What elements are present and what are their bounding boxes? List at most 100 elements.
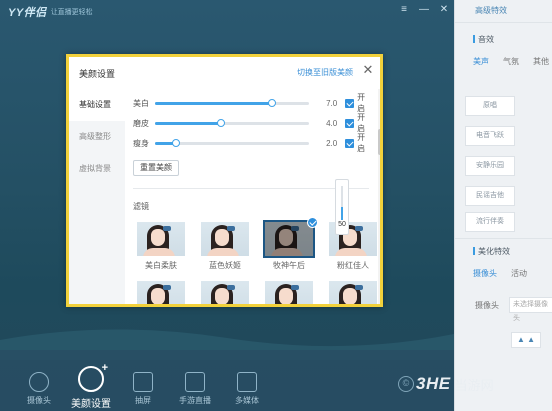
toolbar-label: 抽屏: [135, 396, 151, 405]
enable-checkbox[interactable]: [345, 138, 355, 148]
right-panel: 高级特效 音效 美声 气氛 其他 原唱 电音飞跃 安静乐园 民谣吉他 流行伴奏 …: [454, 0, 552, 411]
switch-old-beauty-link[interactable]: 切换至旧版美颜: [297, 67, 353, 78]
copyright-icon: ©: [398, 376, 414, 392]
camera-icon: [29, 372, 49, 392]
slider-fill: [154, 101, 273, 105]
toolbar-media[interactable]: 多媒体: [222, 350, 272, 406]
slider-value: 2.0: [326, 138, 338, 148]
slider-label: 磨皮: [133, 118, 149, 128]
sound-effect-button[interactable]: 民谣吉他: [465, 186, 515, 206]
camera-label: 摄像头: [475, 301, 499, 310]
media-play-icon: [237, 372, 257, 392]
filter-thumbnail: [265, 281, 313, 304]
filter-thumbnail: [201, 281, 249, 304]
slider-label: 瘦身: [133, 138, 149, 148]
filter-label: 粉红佳人: [337, 261, 369, 270]
filter-label: 蓝色妖姬: [209, 261, 241, 270]
right-panel-header: 高级特效: [475, 6, 507, 15]
slim-slider[interactable]: [154, 138, 310, 147]
nav-item-advanced-shape[interactable]: 高级整形: [69, 121, 125, 153]
minimize-icon[interactable]: —: [418, 4, 430, 15]
enable-label: 开启: [357, 93, 366, 113]
slider-row-slim: 瘦身 2.0 开启: [133, 133, 373, 153]
title-bar: YY伴侣 让直播更轻松: [0, 0, 454, 24]
watermark-logo: 3HE: [416, 374, 451, 393]
camera-select[interactable]: 未选择摄像头: [509, 297, 552, 322]
enable-checkbox[interactable]: [345, 98, 355, 108]
scroll-thumb[interactable]: [378, 129, 380, 155]
filter-label: 美白柔肤: [145, 261, 177, 270]
slider-thumb[interactable]: [268, 98, 277, 107]
toolbar-beauty-settings[interactable]: + 美颜设置: [66, 350, 116, 410]
filter-item[interactable]: [201, 281, 249, 304]
filter-label: 牧神午后: [273, 261, 305, 270]
section-title: 音效: [473, 34, 494, 45]
filter-section-title: 滤镜: [133, 202, 149, 211]
dialog-scrollbar[interactable]: [378, 89, 380, 304]
nav-item-basic[interactable]: 基础设置: [69, 89, 125, 121]
move-up-icon[interactable]: ▲ ▲: [511, 332, 541, 348]
tab-activity[interactable]: 活动: [511, 268, 527, 279]
tab-camera[interactable]: 摄像头: [473, 268, 497, 279]
enable-checkbox[interactable]: [345, 118, 355, 128]
sound-effect-button[interactable]: 电音飞跃: [465, 126, 515, 146]
filter-thumbnail: [137, 281, 185, 304]
toolbar-screen-capture[interactable]: 抽屏: [118, 350, 168, 406]
toolbar-label: 摄像头: [27, 396, 51, 405]
filter-item[interactable]: [137, 281, 185, 304]
filter-item[interactable]: 美白柔肤: [137, 222, 185, 271]
filter-thumbnail: [329, 281, 377, 304]
sound-effect-button[interactable]: 原唱: [465, 96, 515, 116]
filter-item-selected[interactable]: 牧神午后: [263, 217, 318, 271]
filter-intensity-slider[interactable]: 50: [335, 179, 349, 235]
sound-effect-button[interactable]: 安静乐园: [465, 156, 515, 176]
close-icon[interactable]: ✕: [361, 63, 375, 77]
beauty-settings-dialog: 美颜设置 切换至旧版美颜 ✕ 基础设置 高级整形 虚拟背景 美白 7.0 开启 …: [66, 54, 383, 307]
menu-icon[interactable]: ≡: [398, 4, 410, 15]
selected-check-icon: [307, 217, 318, 228]
divider: [455, 238, 552, 239]
mobile-icon: [185, 372, 205, 392]
section-title: 美化特效: [473, 246, 510, 257]
filter-item[interactable]: [329, 281, 377, 304]
divider: [455, 22, 552, 23]
slider-thumb[interactable]: [217, 118, 226, 127]
sound-tabs: 美声 气氛 其他: [473, 56, 549, 67]
reset-beauty-button[interactable]: 重置美颜: [133, 160, 179, 176]
filter-thumbnail: [263, 220, 315, 258]
toolbar-camera[interactable]: 摄像头: [14, 350, 64, 406]
filter-thumbnail: [201, 222, 249, 256]
toolbar-mobile-live[interactable]: 手游直播: [170, 350, 220, 406]
tab-beauty-voice[interactable]: 美声: [473, 56, 489, 67]
slider-fill: [154, 121, 222, 125]
dialog-nav: 基础设置 高级整形 虚拟背景: [69, 89, 125, 304]
slider-row-smooth: 磨皮 4.0 开启: [133, 113, 373, 133]
filter-item[interactable]: 蓝色妖姬: [201, 222, 249, 271]
window-controls: ≡ — ✕: [398, 4, 450, 15]
whiten-slider[interactable]: [154, 98, 310, 107]
bottom-toolbar: 摄像头 + 美颜设置 抽屏 手游直播 多媒体: [0, 350, 454, 411]
watermark: 3HE 当游网: [416, 369, 552, 399]
window-close-icon[interactable]: ✕: [438, 4, 450, 15]
filter-thumbnail: [137, 222, 185, 256]
watermark-site-name: 当游网: [454, 377, 494, 393]
tab-other[interactable]: 其他: [533, 56, 549, 67]
slider-row-whiten: 美白 7.0 开启: [133, 93, 373, 113]
smooth-slider[interactable]: [154, 118, 310, 127]
dialog-title: 美颜设置: [79, 69, 116, 79]
dialog-content: 美白 7.0 开启 磨皮 4.0 开启 瘦身 2.0 开启 重置美颜 滤镜 美白…: [125, 89, 377, 304]
filter-intensity-value: 50: [336, 220, 348, 230]
slider-label: 美白: [133, 98, 149, 108]
app-logo-subtitle: 让直播更轻松: [50, 9, 93, 16]
filter-item[interactable]: [265, 281, 313, 304]
slider-value: 4.0: [326, 118, 338, 128]
effect-tabs: 摄像头 活动: [473, 268, 527, 279]
tab-atmosphere[interactable]: 气氛: [503, 56, 519, 67]
nav-item-virtual-background[interactable]: 虚拟背景: [69, 153, 125, 185]
slider-thumb[interactable]: [172, 138, 181, 147]
toolbar-label: 手游直播: [179, 396, 211, 405]
app-logo: YY伴侣: [8, 7, 47, 19]
divider: [133, 188, 369, 189]
enable-label: 开启: [357, 113, 366, 133]
sound-effect-button[interactable]: 流行伴奏: [465, 212, 515, 232]
